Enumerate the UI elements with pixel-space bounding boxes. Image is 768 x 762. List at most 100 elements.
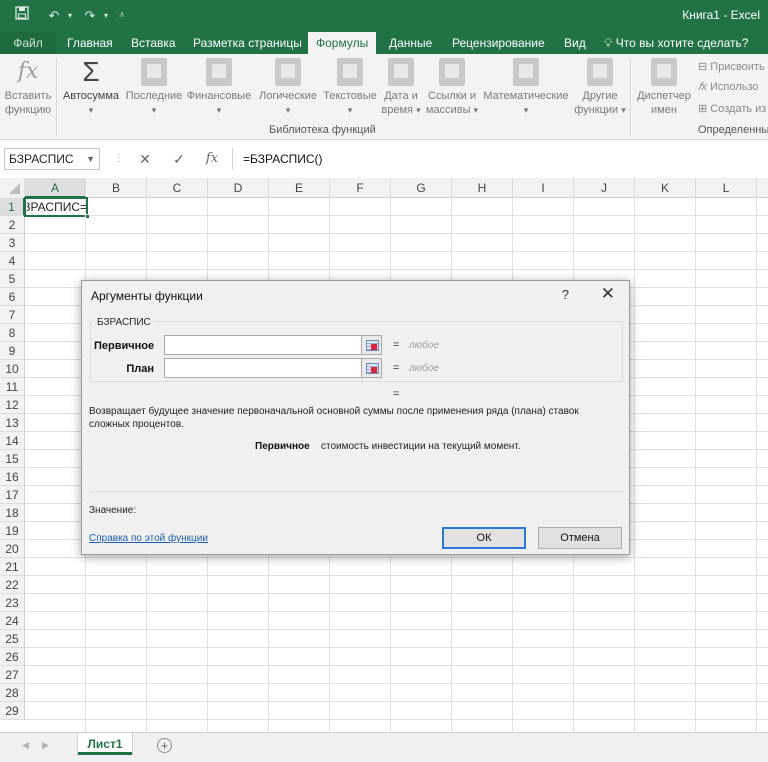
function-arguments-dialog: Аргументы функции ? ✕ БЗРАСПИС Первичное… [81, 280, 630, 555]
formula-input[interactable]: =БЗРАСПИС() [232, 148, 768, 170]
row-header[interactable]: 8 [0, 324, 25, 342]
cancel-icon[interactable]: ✕ [134, 148, 156, 170]
scroll-left-icon[interactable]: ◀ [22, 740, 29, 751]
customize-icon[interactable]: ⩡ [112, 6, 132, 26]
tab-insert[interactable]: Вставка [123, 32, 184, 54]
row-header[interactable]: 16 [0, 468, 25, 486]
column-header[interactable]: E [269, 178, 330, 198]
create-from-selection-button[interactable]: ⊞ Создать из [698, 102, 766, 115]
column-header[interactable]: L [696, 178, 757, 198]
column-header[interactable]: J [574, 178, 635, 198]
row-header[interactable]: 25 [0, 630, 25, 648]
column-header[interactable]: C [147, 178, 208, 198]
name-manager-button[interactable]: Диспетчер имен [634, 58, 694, 117]
name-box[interactable]: БЗРАСПИС ▼ [4, 148, 100, 170]
chevron-down-icon[interactable]: ▼ [86, 149, 95, 169]
column-header[interactable]: B [86, 178, 147, 198]
autosum-button[interactable]: Σ Автосумма ▾ [60, 58, 122, 117]
tab-formulas[interactable]: Формулы [308, 32, 376, 54]
row-header[interactable]: 7 [0, 306, 25, 324]
column-header[interactable]: G [391, 178, 452, 198]
row-header[interactable]: 23 [0, 594, 25, 612]
help-link[interactable]: Справка по этой функции [89, 533, 208, 544]
add-sheet-icon[interactable]: + [157, 738, 172, 753]
row-header[interactable]: 17 [0, 486, 25, 504]
row-header[interactable]: 6 [0, 288, 25, 306]
row-header[interactable]: 10 [0, 360, 25, 378]
enter-icon[interactable]: ✓ [168, 148, 190, 170]
row-header[interactable]: 18 [0, 504, 25, 522]
insert-function-button[interactable]: fx Вставить функцию [2, 58, 54, 117]
scroll-right-icon[interactable]: ▶ [42, 740, 49, 751]
select-all-corner[interactable] [0, 178, 25, 198]
row-header[interactable]: 1 [0, 198, 25, 216]
row-header[interactable]: 15 [0, 450, 25, 468]
lookup-functions-button[interactable]: Ссылки и массивы ▾ [424, 58, 480, 117]
window-title: Книга1 - Excel [682, 8, 760, 22]
row-header[interactable]: 14 [0, 432, 25, 450]
datetime-functions-button[interactable]: Дата и время ▾ [380, 58, 422, 117]
arg-input-principal[interactable] [164, 335, 362, 355]
collapse-dialog-icon[interactable] [361, 335, 382, 355]
arg-input-schedule[interactable] [164, 358, 362, 378]
column-header[interactable]: K [635, 178, 696, 198]
grid-icon: ⊞ [698, 103, 708, 115]
cancel-button[interactable]: Отмена [538, 527, 622, 549]
tab-review[interactable]: Рецензирование [444, 32, 553, 54]
ok-button[interactable]: ОК [442, 527, 526, 549]
tab-data[interactable]: Данные [381, 32, 440, 54]
column-header[interactable]: F [330, 178, 391, 198]
row-header[interactable]: 28 [0, 684, 25, 702]
insert-function-icon[interactable]: fx [201, 148, 223, 170]
column-header[interactable]: A [25, 178, 86, 198]
row-header[interactable]: 13 [0, 414, 25, 432]
tab-file[interactable]: Файл [0, 32, 56, 54]
undo-dropdown-icon[interactable]: ▾ [60, 6, 80, 26]
row-header[interactable]: 24 [0, 612, 25, 630]
arg-hint: любое [409, 340, 439, 351]
tell-me-box[interactable]: 💡︎ Что вы хотите сделать? [604, 32, 748, 54]
collapse-dialog-icon[interactable] [361, 358, 382, 378]
row-header[interactable]: 11 [0, 378, 25, 396]
help-icon[interactable]: ? [562, 287, 569, 302]
row-header[interactable]: 12 [0, 396, 25, 414]
ribbon-divider [56, 58, 57, 136]
recent-functions-button[interactable]: Последние ▾ [124, 58, 184, 117]
row-header[interactable]: 21 [0, 558, 25, 576]
arg-label-principal: Первичное [94, 340, 155, 352]
tab-page-layout[interactable]: Разметка страницы [185, 32, 310, 54]
row-header[interactable]: 9 [0, 342, 25, 360]
column-header[interactable]: H [452, 178, 513, 198]
close-icon[interactable]: ✕ [601, 284, 615, 304]
define-name-button[interactable]: ⊟ Присвоить [698, 60, 765, 73]
arg-hint: любое [409, 363, 439, 374]
more-functions-button[interactable]: Другие функции ▾ [572, 58, 628, 117]
drag-handle-icon[interactable]: ⋮ [108, 148, 130, 170]
row-header[interactable]: 26 [0, 648, 25, 666]
math-functions-button[interactable]: Математические ▾ [480, 58, 572, 117]
active-cell[interactable] [24, 197, 90, 219]
text-functions-button[interactable]: Текстовые ▾ [320, 58, 380, 117]
column-header[interactable]: D [208, 178, 269, 198]
row-header[interactable]: 19 [0, 522, 25, 540]
fill-handle[interactable] [85, 214, 90, 219]
tab-home[interactable]: Главная [59, 32, 121, 54]
row-header[interactable]: 29 [0, 702, 25, 720]
row-header[interactable]: 2 [0, 216, 25, 234]
save-icon[interactable] [12, 6, 32, 26]
logical-functions-button[interactable]: Логические ▾ [256, 58, 320, 117]
dialog-title: Аргументы функции [91, 289, 203, 303]
financial-functions-button[interactable]: Финансовые ▾ [185, 58, 253, 117]
formula-result-label: Значение: [89, 505, 137, 516]
row-header[interactable]: 22 [0, 576, 25, 594]
column-header[interactable]: I [513, 178, 574, 198]
row-header[interactable]: 4 [0, 252, 25, 270]
use-in-formula-button[interactable]: 𝑓x Использо [698, 81, 758, 94]
row-header[interactable]: 5 [0, 270, 25, 288]
function-description: Возвращает будущее значение первоначальн… [89, 406, 579, 430]
tab-view[interactable]: Вид [556, 32, 594, 54]
sheet-tab-list1[interactable]: Лист1 [78, 733, 132, 755]
row-header[interactable]: 20 [0, 540, 25, 558]
row-header[interactable]: 27 [0, 666, 25, 684]
row-header[interactable]: 3 [0, 234, 25, 252]
